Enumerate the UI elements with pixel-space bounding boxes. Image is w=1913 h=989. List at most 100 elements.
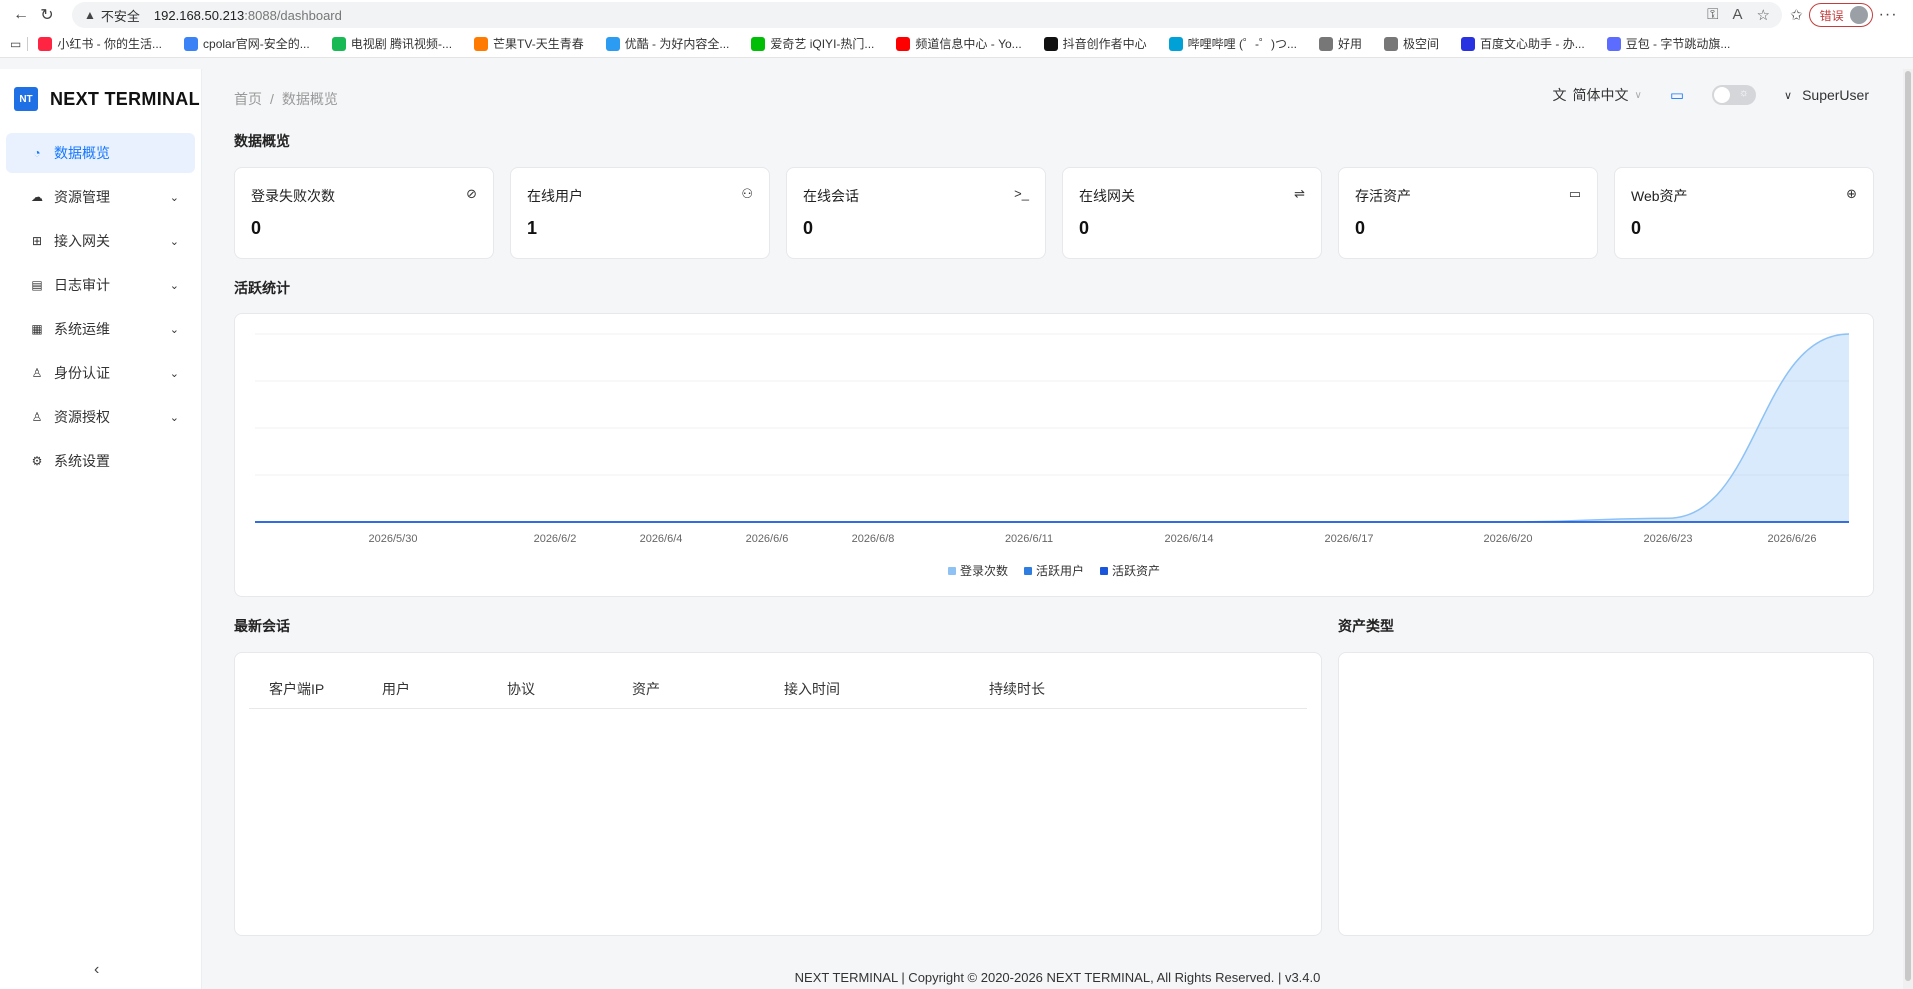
bookmark-item[interactable]: 好用 xyxy=(1319,35,1362,52)
chevron-down-icon: ⌄ xyxy=(169,411,179,424)
sessions-table: 客户端IP 用户 协议 资产 接入时间 持续时长 xyxy=(234,652,1322,936)
bookmark-item[interactable]: 频道信息中心 - Yo... xyxy=(896,35,1022,52)
sidebar-item[interactable]: ⚙ 系统设置 xyxy=(6,441,195,481)
x-tick-label: 2026/6/14 xyxy=(1165,533,1214,545)
legend-item[interactable]: 登录次数 xyxy=(947,562,1008,579)
star-icon[interactable]: ☆ xyxy=(1757,6,1770,24)
breadcrumb-home[interactable]: 首页 xyxy=(234,91,262,107)
bookmark-icon xyxy=(331,36,346,51)
bookmark-item[interactable]: 抖音创作者中心 xyxy=(1043,35,1147,52)
bookmark-label: 芒果TV-天生青春 xyxy=(493,37,584,51)
breadcrumb: 首页 / 数据概览 xyxy=(234,89,338,109)
favorites-icon[interactable]: ✩ xyxy=(1790,6,1803,24)
translate-icon[interactable]: A xyxy=(1733,6,1743,24)
bookmark-icon xyxy=(38,36,53,51)
x-tick-label: 2026/6/2 xyxy=(534,533,577,545)
bookmark-item[interactable]: 优酷 - 为好内容全... xyxy=(605,35,729,52)
breadcrumb-separator: / xyxy=(270,91,274,107)
column-header: 资产 xyxy=(632,681,660,697)
chevron-down-icon: ⌄ xyxy=(169,191,179,204)
more-icon[interactable]: ··· xyxy=(1879,6,1898,24)
legend-swatch xyxy=(947,566,956,575)
bookmark-item[interactable]: 哔哩哔哩 (゜-゜)つ... xyxy=(1168,35,1297,52)
logo[interactable]: NT NEXT TERMINAL xyxy=(0,69,201,129)
dashboard-icon: ◔ xyxy=(33,146,41,160)
key-icon[interactable]: ⚿ xyxy=(1707,6,1718,24)
sidebar-item[interactable]: ▦ 系统运维 ⌄ xyxy=(6,309,195,349)
address-bar[interactable]: ▲ 不安全 192.168.50.213:8088/dashboard ⚿ A … xyxy=(72,2,1782,28)
back-icon[interactable]: ← xyxy=(8,2,34,28)
sidebar-item-label: 系统运维 xyxy=(54,321,110,337)
bookmark-item[interactable]: 芒果TV-天生青春 xyxy=(474,35,584,52)
app-root: NT NEXT TERMINAL ◔ 数据概览 ☁ 资源管理 ⌄ ⊞ 接入网关 ⌄ ▤ 日志审计 ⌄… xyxy=(0,69,1913,989)
sidebar-item[interactable]: ▤ 日志审计 ⌄ xyxy=(6,265,195,305)
user-name: SuperUser xyxy=(1802,87,1869,103)
activity-title: 活跃统计 xyxy=(234,280,290,296)
sidebar-menu: ◔ 数据概览 ☁ 资源管理 ⌄ ⊞ 接入网关 ⌄ ▤ 日志审计 ⌄ ▦ 系统运维 ⌄ ♙ 身份认证 ⌄ ♙ 资源授权… xyxy=(0,133,201,481)
stat-card: 在线网关 0 ⇌ xyxy=(1062,167,1322,259)
x-tick-label: 2026/6/11 xyxy=(1005,533,1053,545)
url-path: :8088/dashboard xyxy=(244,7,342,23)
scrollbar[interactable] xyxy=(1903,69,1913,989)
chart-legend: 登录次数 活跃用户 活跃资产 xyxy=(235,562,1873,579)
sidebar-item-label: 资源管理 xyxy=(54,189,110,205)
auth-icon: ♙ xyxy=(31,410,43,424)
footer: NEXT TERMINAL | Copyright © 2020-2026 NE… xyxy=(794,970,1321,985)
sidebar-item[interactable]: ◔ 数据概览 xyxy=(6,133,195,173)
tablet-icon[interactable]: ▭ xyxy=(10,37,21,51)
bookmark-label: 好用 xyxy=(1338,37,1363,51)
bookmark-item[interactable]: 百度文心助手 - 办... xyxy=(1461,35,1585,52)
x-tick-label: 2026/6/20 xyxy=(1484,533,1533,545)
table-header: 客户端IP 用户 协议 资产 接入时间 持续时长 xyxy=(249,665,1307,709)
sidebar-item-label: 数据概览 xyxy=(54,145,110,161)
column-header: 接入时间 xyxy=(784,681,840,697)
sidebar-item-label: 资源授权 xyxy=(54,409,110,425)
sidebar: NT NEXT TERMINAL ◔ 数据概览 ☁ 资源管理 ⌄ ⊞ 接入网关 ⌄ ▤ 日志审计 ⌄… xyxy=(0,69,202,989)
translate-icon: 文 xyxy=(1552,87,1567,103)
bookmark-item[interactable]: 爱奇艺 iQIYI-热门... xyxy=(751,35,874,52)
sidebar-item[interactable]: ⊞ 接入网关 ⌄ xyxy=(6,221,195,261)
bookmark-label: 豆包 - 字节跳动旗... xyxy=(1625,37,1731,51)
sidebar-item-label: 日志审计 xyxy=(54,277,110,293)
bookmark-item[interactable]: 豆包 - 字节跳动旗... xyxy=(1606,35,1731,52)
sidebar-item[interactable]: ♙ 身份认证 ⌄ xyxy=(6,353,195,393)
user-menu[interactable]: ∨ SuperUser xyxy=(1784,87,1869,103)
collapse-sidebar-icon[interactable]: ‹ xyxy=(94,961,99,979)
reload-icon[interactable]: ↻ xyxy=(34,2,60,28)
laptop-icon[interactable]: ▭ xyxy=(1670,86,1684,104)
overview-title: 数据概览 xyxy=(234,133,290,149)
bookmark-item[interactable]: 极空间 xyxy=(1384,35,1439,52)
chevron-down-icon: ∨ xyxy=(1634,89,1642,101)
toggle-knob xyxy=(1714,87,1731,103)
bookmark-icon xyxy=(184,36,199,51)
sidebar-item-label: 身份认证 xyxy=(54,365,110,381)
profile-error-button[interactable]: 错误 xyxy=(1808,3,1873,27)
chevron-down-icon: ⌄ xyxy=(169,279,179,292)
stat-card: 登录失败次数 0 ⊘ xyxy=(234,167,494,259)
bookmark-item[interactable]: 电视剧 腾讯视频-... xyxy=(331,35,452,52)
url-host: 192.168.50.213 xyxy=(153,7,245,23)
shield-off-icon: ⊘ xyxy=(466,186,477,201)
language-selector[interactable]: 文 简体中文 ∨ xyxy=(1553,85,1642,105)
scrollbar-thumb[interactable] xyxy=(1905,71,1911,981)
header-actions: 文 简体中文 ∨ ▭ ☼ ∨ SuperUser xyxy=(1553,85,1869,105)
theme-toggle[interactable]: ☼ xyxy=(1712,85,1757,105)
bookmark-item[interactable]: 小红书 - 你的生活... xyxy=(38,35,162,52)
sidebar-item[interactable]: ♙ 资源授权 ⌄ xyxy=(6,397,195,437)
legend-label: 活跃用户 xyxy=(1035,564,1084,578)
legend-swatch xyxy=(1100,566,1108,575)
bookmark-icon xyxy=(1168,36,1183,51)
legend-item[interactable]: 活跃资产 xyxy=(1100,562,1160,579)
bookmark-label: 爱奇艺 iQIYI-热门... xyxy=(770,37,875,51)
bookmark-item[interactable]: cpolar官网-安全的... xyxy=(184,35,310,52)
sidebar-item-label: 接入网关 xyxy=(54,233,110,249)
main-content: 首页 / 数据概览 文 简体中文 ∨ ▭ ☼ ∨ SuperUser 数据概览 登录… xyxy=(202,69,1913,989)
stat-card: 存活资产 0 ▭ xyxy=(1338,167,1598,259)
audit-icon: ▤ xyxy=(31,278,43,292)
bookmark-label: 哔哩哔哩 (゜-゜)つ... xyxy=(1187,37,1297,51)
stat-card: Web资产 0 ⊕ xyxy=(1614,167,1874,259)
bookmark-icon xyxy=(1319,36,1333,51)
x-tick-label: 2026/6/17 xyxy=(1325,533,1374,545)
legend-item[interactable]: 活跃用户 xyxy=(1023,562,1084,579)
sidebar-item[interactable]: ☁ 资源管理 ⌄ xyxy=(6,177,195,217)
